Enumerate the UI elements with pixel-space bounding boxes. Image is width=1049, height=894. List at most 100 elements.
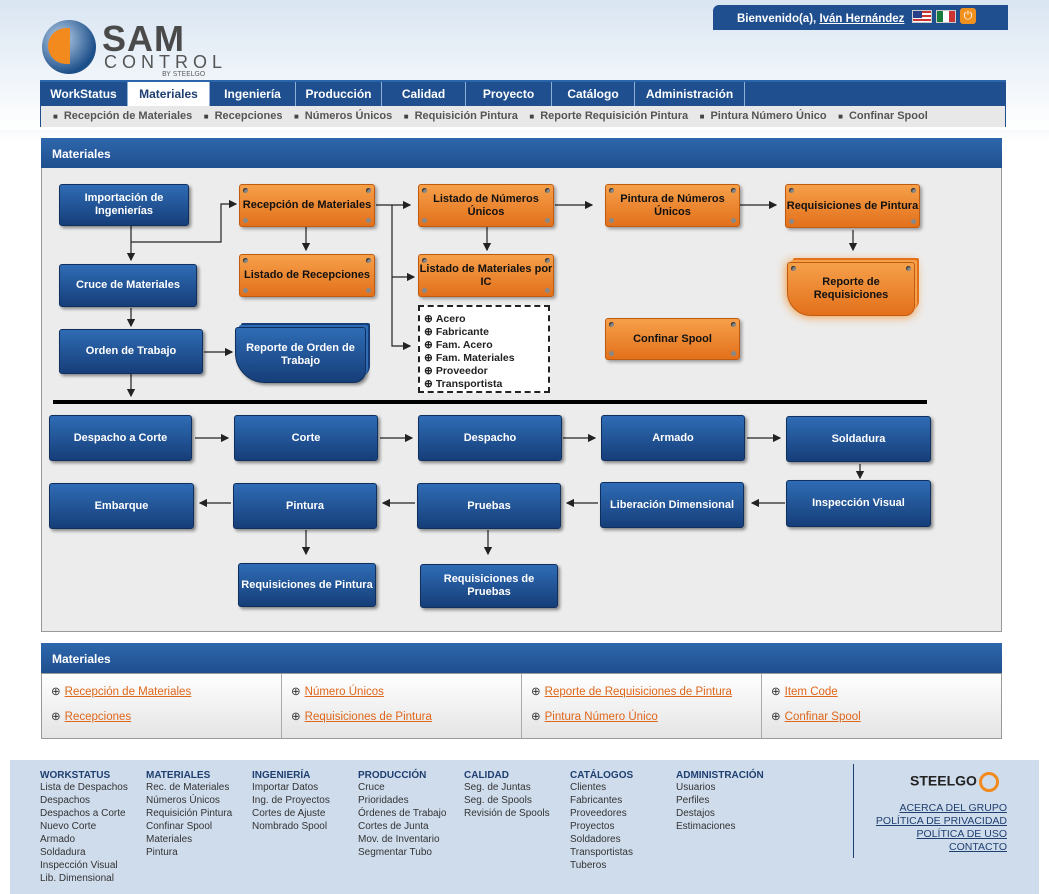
node-requisiciones-pintura-top-label: Requisiciones de Pintura (786, 199, 919, 212)
node-soldadura[interactable]: Soldadura (786, 416, 931, 462)
node-recepcion-materiales[interactable]: Recepción de Materiales (239, 184, 375, 227)
node-listado-numeros-unicos[interactable]: Listado de Números Únicos (418, 184, 554, 227)
footer-link[interactable]: Clientes (570, 781, 633, 794)
footer-column-title[interactable]: ADMINISTRACIÓN (676, 770, 764, 781)
footer-link[interactable]: Cortes de Ajuste (252, 807, 330, 820)
footer-link[interactable]: Importar Datos (252, 781, 330, 794)
footer-link[interactable]: Destajos (676, 807, 764, 820)
legend-item[interactable]: Fabricante (424, 326, 548, 339)
link-numero-unicos[interactable]: Número Únicos (291, 684, 521, 698)
node-despacho-corte[interactable]: Despacho a Corte (49, 415, 192, 461)
link-recepciones[interactable]: Recepciones (51, 709, 281, 723)
footer-link[interactable]: Seg. de Juntas (464, 781, 550, 794)
links-column: Item Code Confinar Spool (762, 674, 1001, 738)
link-recepcion-materiales[interactable]: Recepción de Materiales (51, 684, 281, 698)
node-reporte-requisiciones[interactable]: Reporte de Requisiciones (787, 262, 915, 316)
link-reporte-requisiciones-pintura[interactable]: Reporte de Requisiciones de Pintura (531, 684, 761, 698)
footer-link[interactable]: Seg. de Spools (464, 794, 550, 807)
footer-column-title[interactable]: PRODUCCIÓN (358, 770, 446, 781)
footer-link[interactable]: Números Únicos (146, 794, 232, 807)
legend-item[interactable]: Fam. Materiales (424, 352, 548, 365)
legend-item[interactable]: Proveedor (424, 365, 548, 378)
footer-link[interactable]: Mov. de Inventario (358, 833, 446, 846)
link-acerca-grupo[interactable]: ACERCA DEL GRUPO (876, 802, 1007, 815)
legend-item[interactable]: Transportista (424, 378, 548, 391)
node-pruebas[interactable]: Pruebas (417, 483, 561, 529)
node-embarque[interactable]: Embarque (49, 483, 194, 529)
footer-link[interactable]: Soldadores (570, 833, 633, 846)
legend-item[interactable]: Acero (424, 313, 548, 326)
section-divider (53, 400, 927, 404)
footer-link[interactable]: Prioridades (358, 794, 446, 807)
footer-separator (853, 764, 854, 858)
footer-link[interactable]: Ing. de Proyectos (252, 794, 330, 807)
footer-link[interactable]: Soldadura (40, 846, 128, 859)
steelgo-logo[interactable]: STEELGO (910, 772, 999, 792)
link-confinar-spool[interactable]: Confinar Spool (771, 709, 1001, 723)
footer-link[interactable]: Rec. de Materiales (146, 781, 232, 794)
node-corte[interactable]: Corte (234, 415, 378, 461)
footer-link[interactable]: Fabricantes (570, 794, 633, 807)
node-confinar-spool[interactable]: Confinar Spool (605, 318, 740, 360)
footer-column-title[interactable]: WORKSTATUS (40, 770, 128, 781)
links-panel: Recepción de Materiales Recepciones Núme… (41, 673, 1002, 739)
footer-column-title[interactable]: INGENIERÍA (252, 770, 330, 781)
footer-link[interactable]: Transportistas (570, 846, 633, 859)
node-armado[interactable]: Armado (601, 415, 745, 461)
footer-link[interactable]: Cruce (358, 781, 446, 794)
node-importacion-ingenierias[interactable]: Importación de Ingenierías (59, 184, 189, 226)
node-listado-recepciones[interactable]: Listado de Recepciones (239, 254, 375, 297)
footer-column: CALIDAD Seg. de Juntas Seg. de Spools Revis… (464, 770, 550, 820)
footer-column-title[interactable]: CATÁLOGOS (570, 770, 633, 781)
node-requisiciones-pruebas[interactable]: Requisiciones de Pruebas (420, 564, 558, 608)
footer-column: MATERIALES Rec. de Materiales Números Únic… (146, 770, 232, 859)
link-pintura-numero-unico[interactable]: Pintura Número Único (531, 709, 761, 723)
legend-item[interactable]: Fam. Acero (424, 339, 548, 352)
node-liberacion-dimensional[interactable]: Liberación Dimensional (600, 482, 744, 528)
footer-link[interactable]: Órdenes de Trabajo (358, 807, 446, 820)
links-panel-title: Materiales (41, 643, 1002, 673)
node-reporte-orden-trabajo[interactable]: Reporte de Orden de Trabajo (235, 327, 366, 383)
footer-link[interactable]: Cortes de Junta (358, 820, 446, 833)
link-politica-privacidad[interactable]: POLÍTICA DE PRIVACIDAD (876, 815, 1007, 828)
footer-link[interactable]: Materiales (146, 833, 232, 846)
node-requisiciones-pintura[interactable]: Requisiciones de Pintura (238, 563, 376, 607)
footer-link[interactable]: Segmentar Tubo (358, 846, 446, 859)
node-despacho[interactable]: Despacho (418, 415, 562, 461)
node-pintura[interactable]: Pintura (233, 483, 377, 529)
node-cruce-materiales[interactable]: Cruce de Materiales (59, 264, 197, 307)
link-requisiciones-pintura[interactable]: Requisiciones de Pintura (291, 709, 521, 723)
node-inspeccion-visual[interactable]: Inspección Visual (786, 480, 931, 527)
footer-link[interactable]: Requisición Pintura (146, 807, 232, 820)
footer-link[interactable]: Proyectos (570, 820, 633, 833)
link-item-code[interactable]: Item Code (771, 684, 1001, 698)
links-column: Reporte de Requisiciones de Pintura Pint… (522, 674, 762, 738)
footer-link[interactable]: Lista de Despachos (40, 781, 128, 794)
node-listado-materiales-ic[interactable]: Listado de Materiales por IC (418, 254, 554, 297)
node-requisiciones-pintura-top[interactable]: Requisiciones de Pintura (785, 184, 920, 228)
link-contacto[interactable]: CONTACTO (876, 841, 1007, 854)
footer-link[interactable]: Usuarios (676, 781, 764, 794)
steelgo-mark-icon (978, 772, 999, 792)
node-listado-numeros-unicos-label: Listado de Números Únicos (433, 192, 539, 218)
footer-link[interactable]: Tuberos (570, 859, 633, 872)
footer-link[interactable]: Confinar Spool (146, 820, 232, 833)
footer-link[interactable]: Pintura (146, 846, 232, 859)
footer-column-title[interactable]: MATERIALES (146, 770, 232, 781)
footer-column-title[interactable]: CALIDAD (464, 770, 550, 781)
footer-link[interactable]: Perfiles (676, 794, 764, 807)
footer-link[interactable]: Despachos a Corte (40, 807, 128, 820)
footer-link[interactable]: Inspección Visual (40, 859, 128, 872)
footer-link[interactable]: Proveedores (570, 807, 633, 820)
footer-link[interactable]: Lib. Dimensional (40, 872, 128, 885)
footer-link[interactable]: Nombrado Spool (252, 820, 330, 833)
footer-link[interactable]: Nuevo Corte (40, 820, 128, 833)
node-orden-trabajo[interactable]: Orden de Trabajo (59, 329, 203, 374)
node-pintura-numeros-unicos[interactable]: Pintura de Números Únicos (605, 184, 740, 227)
footer-link[interactable]: Estimaciones (676, 820, 764, 833)
link-politica-uso[interactable]: POLÍTICA DE USO (876, 828, 1007, 841)
node-listado-materiales-ic-label: Listado de Materiales por IC (419, 262, 553, 288)
footer-link[interactable]: Revisión de Spools (464, 807, 550, 820)
footer-link[interactable]: Armado (40, 833, 128, 846)
footer-link[interactable]: Despachos (40, 794, 128, 807)
